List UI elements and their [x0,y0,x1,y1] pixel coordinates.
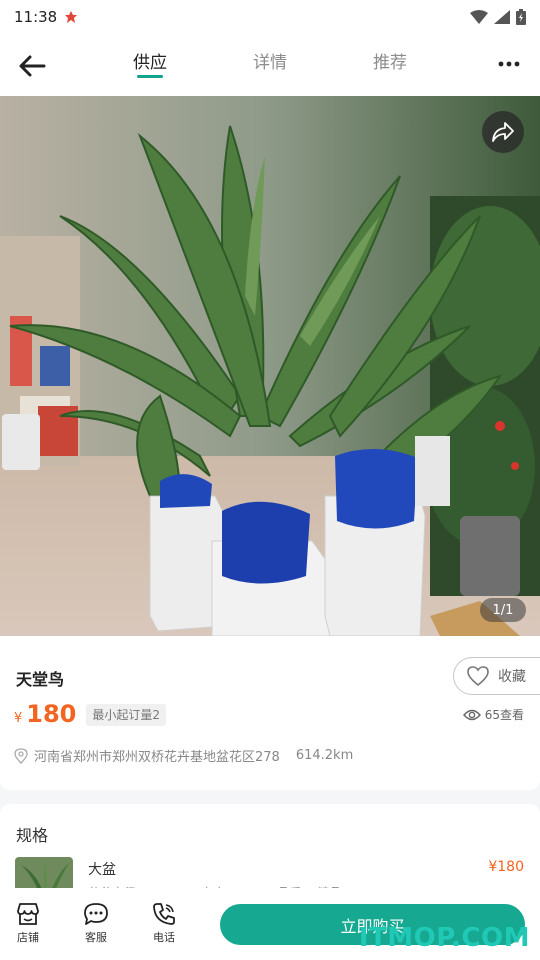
service-label: 客服 [85,931,107,944]
tab-recommend[interactable]: 推荐 [350,34,430,96]
phone-icon [153,903,175,925]
bottom-action-bar: 店铺 客服 电话 立即购买 ITMOP.COM [0,888,540,960]
price-row: ¥ 180 最小起订量2 [14,700,167,729]
product-photo[interactable]: 1/1 [0,96,540,636]
product-info-card: 天堂鸟 收藏 ¥ 180 最小起订量2 65查看 河南省郑州市郑州双桥花卉基地盆… [0,636,540,790]
status-bar: 11:38 [0,0,540,34]
location-pin-icon [14,747,28,764]
shop-button[interactable]: 店铺 [8,902,48,945]
product-detail-screen: 11:38 供应 详情 推荐 1/1 天堂鸟 收藏 ¥ 180 最小起订量2 6… [0,0,540,960]
wifi-icon [470,10,488,24]
shop-label: 店铺 [17,931,39,944]
spec-item-name: 大盆 [88,862,116,878]
eye-icon [462,709,481,720]
share-button[interactable] [482,111,524,153]
shop-icon [17,903,39,925]
chat-bubble-icon [84,903,108,925]
back-arrow-icon[interactable] [16,50,48,82]
top-navigation: 供应 详情 推荐 [0,34,540,96]
service-button[interactable]: 客服 [76,902,116,945]
tab-supply[interactable]: 供应 [110,34,190,96]
product-name: 天堂鸟 [16,670,65,689]
app-notification-icon [65,11,78,23]
heart-icon [467,666,489,687]
min-order-badge: 最小起订量2 [86,704,167,726]
status-time: 11:38 [14,8,58,26]
signal-icon [494,10,510,24]
spec-item-price: ¥180 [488,859,524,875]
favorite-label: 收藏 [498,669,526,685]
image-counter: 1/1 [480,598,526,622]
more-options-icon[interactable] [498,56,520,72]
distance-text: 614.2km [295,748,354,763]
view-count-text: 65查看 [484,708,524,722]
view-count: 65查看 [462,706,524,723]
location-text: 河南省郑州市郑州双桥花卉基地盆花区278 [34,750,280,765]
location-row[interactable]: 河南省郑州市郑州双桥花卉基地盆花区278 614.2km [14,746,353,765]
watermark-text: ITMOP.COM [358,923,530,953]
product-price: 180 [26,700,77,728]
tab-bar: 供应 详情 推荐 [110,34,430,96]
battery-icon [516,9,526,25]
share-arrow-icon [492,122,514,142]
currency-symbol: ¥ [14,711,23,726]
plant-image [0,96,540,636]
tab-details[interactable]: 详情 [190,34,350,96]
spec-title: 规格 [16,826,49,845]
favorite-button[interactable]: 收藏 [453,657,540,695]
phone-button[interactable]: 电话 [144,902,184,945]
phone-label: 电话 [153,931,175,944]
